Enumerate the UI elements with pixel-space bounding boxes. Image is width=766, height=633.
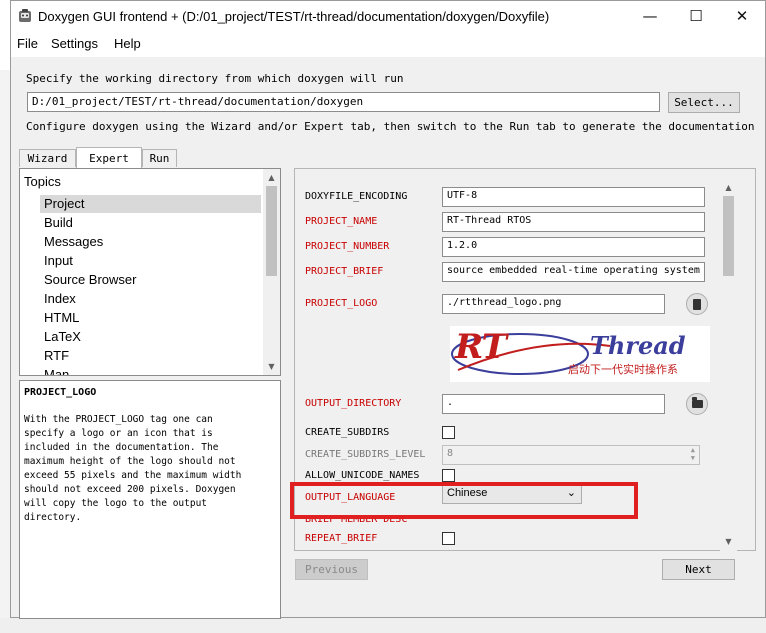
label-create-subdirs: CREATE_SUBDIRS [305,427,390,438]
close-button[interactable]: ✕ [719,1,765,31]
doxywizard-window: Doxygen GUI frontend + (D:/01_project/TE… [10,0,766,619]
background-window-edge [0,70,10,633]
label-project-logo: PROJECT_LOGO [305,298,378,309]
doxyfile-encoding-input[interactable]: UTF-8 [442,187,705,207]
project-name-input[interactable]: RT-Thread RTOS [442,212,705,232]
label-output-directory: OUTPUT_DIRECTORY [305,398,402,409]
topic-item-messages[interactable]: Messages [40,233,261,251]
topic-item-source-browser[interactable]: Source Browser [40,271,261,289]
minimize-button[interactable]: — [627,1,673,31]
topic-item-input[interactable]: Input [40,252,261,270]
topic-item-html[interactable]: HTML [40,309,261,327]
topic-item-man[interactable]: Man [40,366,261,375]
scrollbar-thumb[interactable] [266,186,277,276]
logo-brand-right: Thread [590,331,686,360]
scroll-down-icon[interactable]: ▼ [720,533,737,550]
previous-button[interactable]: Previous [295,559,368,580]
logo-brand-left: RT [455,327,507,367]
label-project-brief: PROJECT_BRIEF [305,266,384,277]
scrollbar-thumb[interactable] [723,196,734,276]
browse-logo-button[interactable] [686,293,708,315]
window-title: Doxygen GUI frontend + (D:/01_project/TE… [38,9,550,24]
scroll-up-icon[interactable]: ▲ [263,169,280,186]
label-doxyfile-encoding: DOXYFILE_ENCODING [305,191,408,202]
configure-hint: Configure doxygen using the Wizard and/o… [26,120,755,133]
topic-item-index[interactable]: Index [40,290,261,308]
help-title: PROJECT_LOGO [24,387,97,398]
tab-wizard[interactable]: Wizard [19,149,76,167]
repeat-brief-checkbox[interactable] [442,532,455,545]
topic-item-latex[interactable]: LaTeX [40,328,261,346]
doxygen-app-icon [19,9,31,22]
scroll-up-icon[interactable]: ▲ [720,179,737,196]
working-dir-prompt: Specify the working directory from which… [26,72,404,85]
menu-settings[interactable]: Settings [51,36,98,51]
settings-scrollbar[interactable]: ▲ ▼ [720,179,737,551]
label-allow-unicode-names: ALLOW_UNICODE_NAMES [305,470,420,481]
label-create-subdirs-level: CREATE_SUBDIRS_LEVEL [305,449,426,460]
topics-heading: Topics [24,174,61,189]
title-bar[interactable]: Doxygen GUI frontend + (D:/01_project/TE… [11,1,765,31]
project-logo-preview: RT Thread 启动下一代实时操作系 [450,326,710,382]
tab-run[interactable]: Run [142,149,177,167]
topics-panel: Topics Project Build Messages Input Sour… [19,168,281,376]
menu-bar: File Settings Help [11,31,765,57]
file-icon [693,298,701,310]
help-panel: PROJECT_LOGO With the PROJECT_LOGO tag o… [19,380,281,619]
create-subdirs-level-spinbox: 8 ▲ ▼ [442,445,700,465]
spin-arrows-icon: ▲ ▼ [690,446,695,462]
project-number-input[interactable]: 1.2.0 [442,237,705,257]
create-subdirs-checkbox[interactable] [442,426,455,439]
menu-file[interactable]: File [17,36,38,51]
select-dir-button[interactable]: Select... [668,92,740,113]
tab-expert[interactable]: Expert [76,147,142,168]
topic-item-project[interactable]: Project [40,195,261,213]
logo-tagline: 启动下一代实时操作系 [568,363,678,376]
help-body: With the PROJECT_LOGO tag one can specif… [24,414,242,523]
label-project-name: PROJECT_NAME [305,216,378,227]
output-language-highlight [290,482,638,519]
label-repeat-brief: REPEAT_BRIEF [305,533,378,544]
scroll-down-icon[interactable]: ▼ [263,358,280,375]
close-icon: ✕ [735,7,749,25]
project-brief-input[interactable]: source embedded real-time operating syst… [442,262,705,282]
project-logo-input[interactable]: ./rtthread_logo.png [442,294,665,314]
minimize-icon: — [642,7,658,25]
topic-item-rtf[interactable]: RTF [40,347,261,365]
menu-help[interactable]: Help [114,36,141,51]
allow-unicode-names-checkbox[interactable] [442,469,455,482]
maximize-icon: ☐ [689,7,703,25]
topics-scrollbar[interactable]: ▲ ▼ [263,169,280,375]
working-dir-input[interactable]: D:/01_project/TEST/rt-thread/documentati… [27,92,660,112]
topic-item-build[interactable]: Build [40,214,261,232]
label-project-number: PROJECT_NUMBER [305,241,390,252]
browse-output-dir-button[interactable] [686,393,708,415]
create-subdirs-level-value: 8 [447,448,454,459]
background-window-bottom [0,618,766,633]
next-button[interactable]: Next [662,559,735,580]
output-directory-input[interactable]: . [442,394,665,414]
folder-icon [691,397,703,408]
maximize-button[interactable]: ☐ [673,1,719,31]
